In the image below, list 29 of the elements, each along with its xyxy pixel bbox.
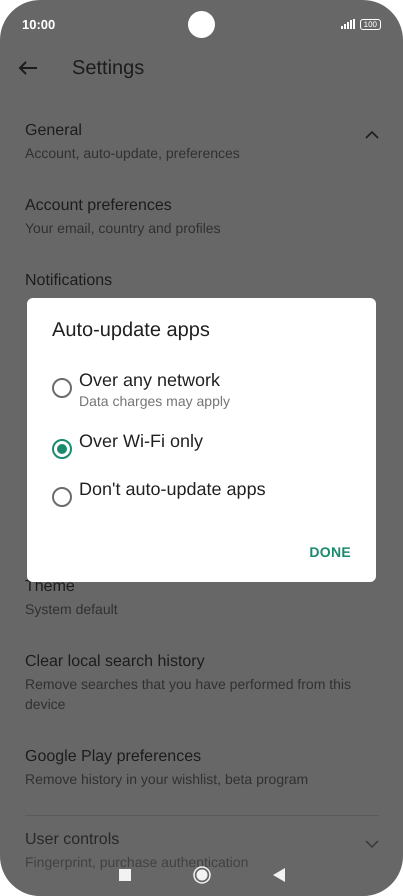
done-button[interactable]: DONE <box>309 544 351 560</box>
setting-description: Account, auto-update, preferences <box>25 144 240 163</box>
battery-level: 100 <box>360 18 381 30</box>
back-icon[interactable] <box>272 868 284 882</box>
setting-title[interactable]: Clear local search history <box>25 650 205 674</box>
setting-title[interactable]: Google Play preferences <box>25 745 202 769</box>
setting-description: Your email, country and profiles <box>25 219 221 238</box>
page-title: Settings <box>72 56 144 80</box>
signal-icon <box>340 19 355 29</box>
setting-title[interactable]: General <box>25 119 82 143</box>
setting-title[interactable]: Account preferences <box>25 194 172 218</box>
setting-title[interactable]: Notifications <box>25 269 112 293</box>
setting-title[interactable]: User controls <box>25 828 120 852</box>
dialog-title: Auto-update apps <box>52 319 210 342</box>
radio-button[interactable] <box>52 378 72 398</box>
setting-description: Remove history in your wishlist, beta program <box>25 770 308 789</box>
radio-button[interactable] <box>52 439 72 459</box>
radio-button[interactable] <box>52 487 72 507</box>
status-time: 10:00 <box>22 16 56 32</box>
camera-cutout <box>188 11 215 38</box>
back-arrow-icon[interactable] <box>18 60 38 76</box>
option-label[interactable]: Don't auto-update apps <box>79 478 266 500</box>
option-hint: Data charges may apply <box>79 392 230 411</box>
option-label[interactable]: Over Wi-Fi only <box>79 430 204 452</box>
chevron-up-icon[interactable] <box>365 131 379 139</box>
option-label[interactable]: Over any network <box>79 369 220 391</box>
home-icon[interactable] <box>192 866 210 884</box>
recent-apps-icon[interactable] <box>118 869 130 881</box>
setting-description: System default <box>25 600 118 619</box>
